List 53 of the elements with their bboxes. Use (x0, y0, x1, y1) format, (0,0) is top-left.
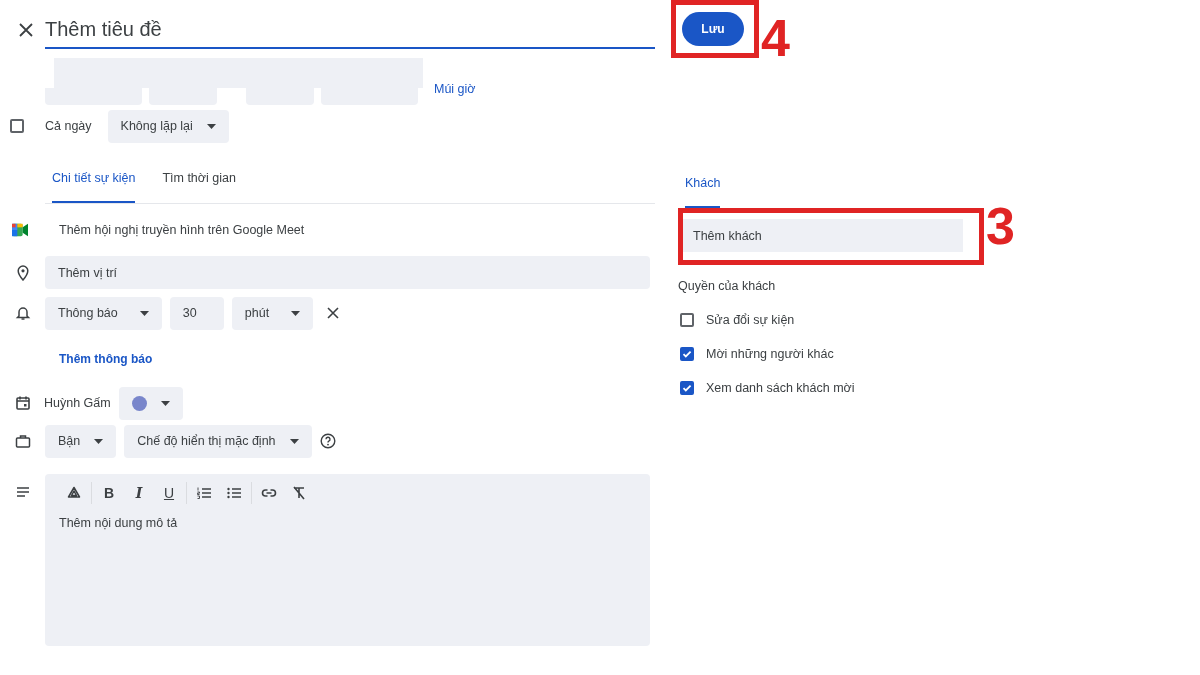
checkbox[interactable] (680, 381, 694, 395)
bulleted-list-icon[interactable] (226, 485, 242, 501)
location-field[interactable]: Thêm vị trí (45, 256, 650, 289)
caret-icon (94, 438, 104, 444)
location-pin-icon (14, 264, 31, 281)
clear-formatting-icon[interactable] (291, 485, 307, 501)
bold-button[interactable]: B (94, 480, 124, 506)
caret-icon (291, 310, 301, 316)
timezone-link[interactable]: Múi giờ (434, 81, 476, 96)
caret-icon (160, 400, 170, 406)
meet-link[interactable]: Thêm hội nghị truyền hình trên Google Meet (59, 223, 305, 237)
permission-label: Mời những người khác (706, 347, 834, 361)
caret-icon (289, 438, 299, 444)
availability-dropdown[interactable]: Bận (45, 424, 117, 458)
checkbox[interactable] (680, 347, 694, 361)
numbered-list-icon[interactable] (196, 485, 212, 501)
caret-icon (139, 310, 149, 316)
description-placeholder: Thêm nội dung mô tả (59, 516, 178, 530)
briefcase-icon (14, 433, 31, 449)
amount-field[interactable]: 30 (169, 296, 224, 330)
checkbox[interactable] (680, 313, 694, 327)
annotation-number: 4 (761, 12, 790, 64)
close-icon (17, 22, 34, 38)
save-button[interactable]: Lưu (682, 12, 744, 46)
bell-icon (14, 305, 31, 321)
add-notification-link[interactable]: Thêm thông báo (59, 352, 153, 366)
underline-button[interactable]: U (154, 480, 184, 506)
description-box[interactable]: B I U Thêm nội dung mô tả (45, 474, 650, 646)
calendar-icon (14, 395, 31, 411)
permission-label: Sửa đổi sự kiện (706, 313, 795, 327)
guest-field[interactable]: Thêm khách (683, 219, 963, 252)
tab[interactable]: Chi tiết sự kiện (52, 161, 136, 203)
notification-type-dropdown[interactable]: Thông báo (45, 296, 162, 330)
all-day-label: Cả ngày (45, 119, 92, 133)
text-lines-icon (14, 484, 31, 500)
close-icon (327, 307, 340, 319)
tab[interactable]: Tìm thời gian (162, 161, 236, 203)
help-icon (319, 433, 336, 449)
permissions-heading: Quyền của khách (678, 279, 777, 295)
repeat-dropdown[interactable]: Không lặp lại (107, 109, 229, 143)
calendar-color-dropdown[interactable] (118, 386, 183, 420)
visibility-dropdown[interactable]: Chế độ hiển thị mặc định (124, 424, 312, 458)
caret-icon (206, 123, 216, 129)
annotation-number: 3 (986, 200, 1015, 252)
italic-button[interactable]: I (124, 480, 154, 506)
permission-label: Xem danh sách khách mời (706, 381, 855, 395)
drive-icon[interactable] (66, 485, 82, 501)
video-camera-icon (12, 222, 28, 238)
title-field[interactable]: Thêm tiêu đề (45, 11, 655, 49)
calendar-owner: Huỳnh Gấm (44, 396, 111, 410)
checkbox[interactable] (10, 119, 24, 133)
unit-dropdown[interactable]: phút (231, 296, 314, 330)
tab[interactable]: Khách (685, 166, 721, 208)
